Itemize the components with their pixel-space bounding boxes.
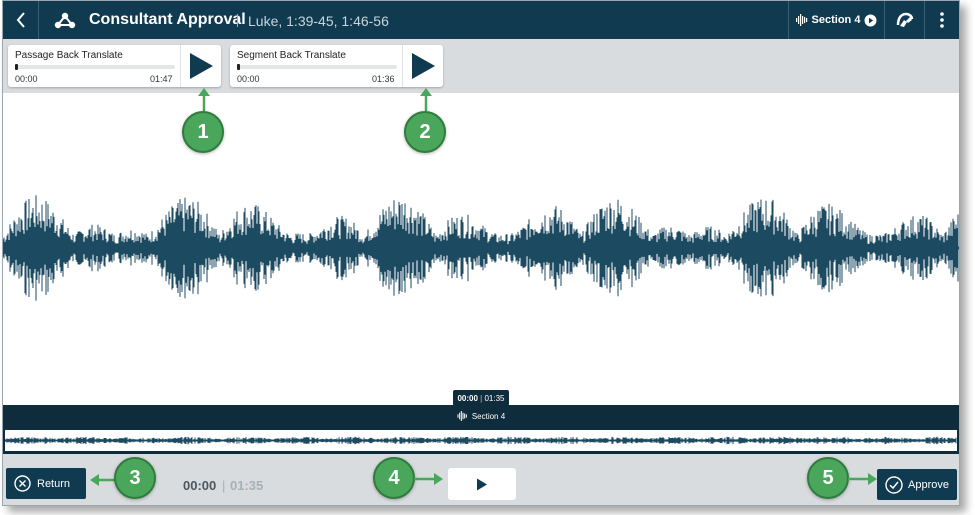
- section-label: Section 4: [811, 14, 861, 26]
- callout-3: 3: [114, 457, 156, 499]
- return-label: Return: [37, 477, 71, 490]
- passage-play-button[interactable]: [186, 50, 216, 82]
- approve-label: Approve: [908, 478, 949, 491]
- divider: [402, 45, 403, 87]
- header-bar: Consultant Approval Luke, 1:39-45, 1:46-…: [3, 1, 959, 39]
- progress-slider[interactable]: [15, 64, 175, 70]
- start-time: 00:00: [237, 74, 260, 84]
- section-marker-label: Section 4: [471, 411, 506, 421]
- kebab-menu-icon: [940, 12, 944, 28]
- back-translation-players: Passage Back Translate 00:00 01:47 Segme…: [3, 39, 959, 93]
- title-divider: [237, 14, 238, 27]
- playhead-time-tooltip: 00:00 | 01:35: [453, 390, 509, 406]
- play-icon: [190, 53, 213, 79]
- return-button[interactable]: Return: [6, 468, 86, 499]
- segment-play-button[interactable]: [408, 50, 438, 82]
- section-marker-bar[interactable]: Section 4: [3, 405, 959, 427]
- start-time: 00:00: [15, 74, 38, 84]
- callout-arrow-3: [90, 474, 115, 486]
- main-waveform[interactable]: [3, 93, 959, 405]
- overview-waveform-strip[interactable]: [3, 427, 959, 454]
- play-circle-icon: [864, 14, 877, 26]
- end-time: 01:36: [372, 74, 395, 84]
- callout-arrow-2: [420, 88, 432, 111]
- current-time: 00:00: [183, 478, 217, 493]
- waveform-icon: [795, 14, 807, 26]
- mini-waveform[interactable]: [4, 430, 957, 451]
- app-window: Consultant Approval Luke, 1:39-45, 1:46-…: [2, 0, 960, 506]
- back-button[interactable]: [3, 1, 39, 39]
- check-circle-icon: [885, 475, 903, 494]
- close-circle-icon: [14, 475, 31, 492]
- app-logo-icon: [54, 12, 76, 29]
- approve-button[interactable]: Approve: [877, 469, 957, 500]
- passage-reference: Luke, 1:39-45, 1:46-56: [248, 13, 389, 29]
- callout-4: 4: [373, 457, 415, 499]
- tooltip-current-time: 00:00: [457, 393, 478, 403]
- passage-back-translate-player: Passage Back Translate 00:00 01:47: [8, 45, 221, 87]
- time-separator: |: [222, 478, 226, 493]
- divider: [180, 45, 181, 87]
- overview-waveform[interactable]: [4, 430, 957, 451]
- slider-thumb[interactable]: [15, 64, 18, 70]
- slider-thumb[interactable]: [237, 64, 240, 70]
- segment-back-translate-player: Segment Back Translate 00:00 01:36: [230, 45, 443, 87]
- progress-slider[interactable]: [237, 64, 397, 70]
- tooltip-total-time: 01:35: [484, 393, 505, 403]
- play-icon: [412, 53, 435, 79]
- player-title: Passage Back Translate: [15, 50, 123, 61]
- callout-arrow-4: [414, 473, 443, 485]
- player-title: Segment Back Translate: [237, 50, 346, 61]
- more-options-button[interactable]: [925, 1, 959, 39]
- callout-1: 1: [182, 111, 224, 153]
- chevron-left-icon: [16, 12, 25, 28]
- callout-5: 5: [807, 457, 849, 499]
- total-time: 01:35: [230, 478, 264, 493]
- mini-waveform-path: [4, 436, 957, 445]
- callout-2: 2: [404, 111, 446, 153]
- callout-arrow-1: [198, 88, 210, 111]
- headset-button[interactable]: [885, 1, 925, 39]
- section-selector-button[interactable]: Section 4: [788, 1, 885, 39]
- end-time: 01:47: [150, 74, 173, 84]
- play-icon: [477, 478, 487, 490]
- callout-arrow-5: [848, 473, 877, 485]
- main-play-button[interactable]: [448, 468, 516, 500]
- headset-icon: [896, 12, 913, 27]
- waveform-display[interactable]: [3, 93, 959, 405]
- waveform-icon: [457, 411, 467, 421]
- page-title: Consultant Approval: [89, 11, 246, 28]
